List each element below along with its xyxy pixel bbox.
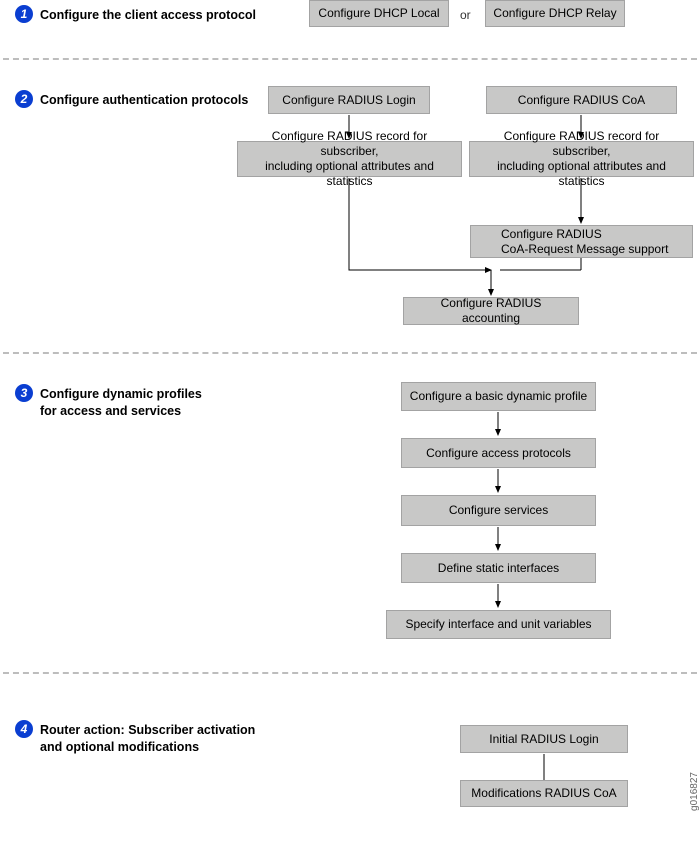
step4-title-line1: Router action: Subscriber activation <box>40 723 255 737</box>
divider-3 <box>3 672 697 674</box>
box-coa-request: Configure RADIUS CoA-Request Message sup… <box>470 225 693 258</box>
box-interface-vars: Specify interface and unit variables <box>386 610 611 639</box>
step3-badge: 3 <box>15 384 33 402</box>
step3-title: Configure dynamic profiles for access an… <box>40 386 202 420</box>
box-basic-profile: Configure a basic dynamic profile <box>401 382 596 411</box>
step1-title: Configure the client access protocol <box>40 8 256 22</box>
box-access-protocols: Configure access protocols <box>401 438 596 468</box>
step4-title-line2: and optional modifications <box>40 740 199 754</box>
step3-title-line1: Configure dynamic profiles <box>40 387 202 401</box>
step3-badge-wrap: 3 <box>15 384 33 402</box>
divider-1 <box>3 58 697 60</box>
box-radius-coa: Configure RADIUS CoA <box>486 86 677 114</box>
flow-arrows <box>0 0 700 842</box>
divider-2 <box>3 352 697 354</box>
box-define-static: Define static interfaces <box>401 553 596 583</box>
box-radius-login: Configure RADIUS Login <box>268 86 430 114</box>
text-or: or <box>460 8 471 22</box>
box-dhcp-relay: Configure DHCP Relay <box>485 0 625 27</box>
step4-title: Router action: Subscriber activation and… <box>40 722 255 756</box>
step4-badge-wrap: 4 <box>15 720 33 738</box>
box-initial-login: Initial RADIUS Login <box>460 725 628 753</box>
step1-badge: 1 <box>15 5 33 23</box>
step4-badge: 4 <box>15 720 33 738</box>
box-dhcp-local: Configure DHCP Local <box>309 0 449 27</box>
step2-title: Configure authentication protocols <box>40 93 248 107</box>
step2-badge-wrap: 2 <box>15 90 33 108</box>
box-modifications-coa: Modifications RADIUS CoA <box>460 780 628 807</box>
box-radius-record-right: Configure RADIUS record for subscriber, … <box>469 141 694 177</box>
box-radius-record-left: Configure RADIUS record for subscriber, … <box>237 141 462 177</box>
box-radius-accounting: Configure RADIUS accounting <box>403 297 579 325</box>
figure-id: g016827 <box>689 772 700 811</box>
step1-row: 1 <box>15 5 33 23</box>
step2-badge: 2 <box>15 90 33 108</box>
step3-title-line2: for access and services <box>40 404 181 418</box>
box-configure-services: Configure services <box>401 495 596 526</box>
